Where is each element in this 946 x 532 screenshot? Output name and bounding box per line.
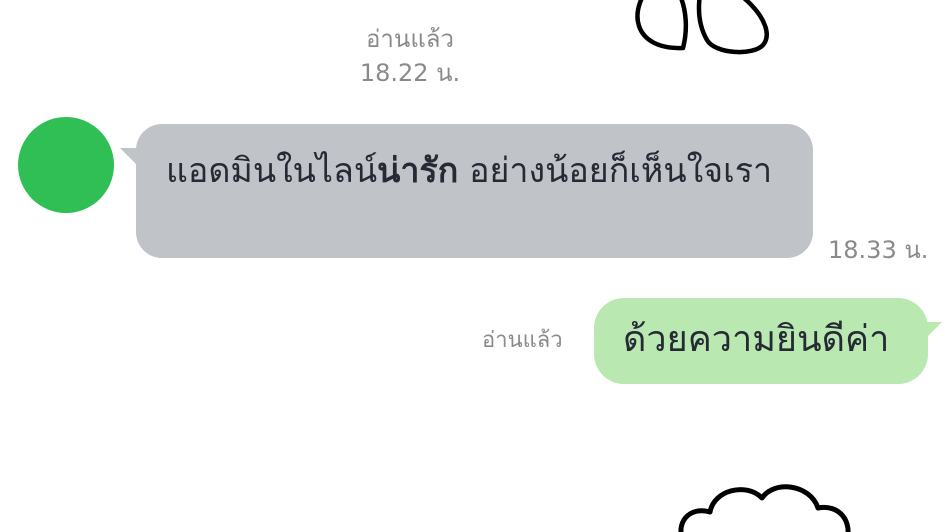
message-meta-top: อ่านแล้ว 18.22 น. bbox=[330, 22, 490, 90]
chat-screen: อ่านแล้ว 18.22 น. แอดมินในไลน์น่ารัก อย่… bbox=[0, 0, 946, 532]
outgoing-message-bubble[interactable]: ด้วยความยินดีค่า bbox=[594, 298, 942, 384]
read-receipt-top: อ่านแล้ว bbox=[366, 25, 454, 53]
incoming-text-bold: น่ารัก bbox=[377, 151, 459, 191]
sender-avatar[interactable] bbox=[18, 117, 114, 213]
incoming-text-part-2: อย่างน้อยก็เห็นใจเรา bbox=[458, 151, 773, 191]
timestamp-top: 18.22 น. bbox=[359, 59, 461, 87]
outgoing-bubble-tail bbox=[924, 322, 942, 340]
incoming-bubble-tail bbox=[120, 148, 138, 166]
outgoing-read-receipt: อ่านแล้ว bbox=[482, 328, 563, 353]
incoming-timestamp: 18.33 น. bbox=[828, 236, 929, 264]
outgoing-text: ด้วยความยินดีค่า bbox=[623, 319, 890, 360]
incoming-text-part-1: แอดมินในไลน์ bbox=[166, 151, 378, 191]
cloud-sticker-icon[interactable] bbox=[670, 474, 860, 532]
incoming-message-bubble[interactable]: แอดมินในไลน์น่ารัก อย่างน้อยก็เห็นใจเรา bbox=[120, 124, 813, 258]
bunny-ears-sticker-icon[interactable] bbox=[575, 0, 785, 70]
